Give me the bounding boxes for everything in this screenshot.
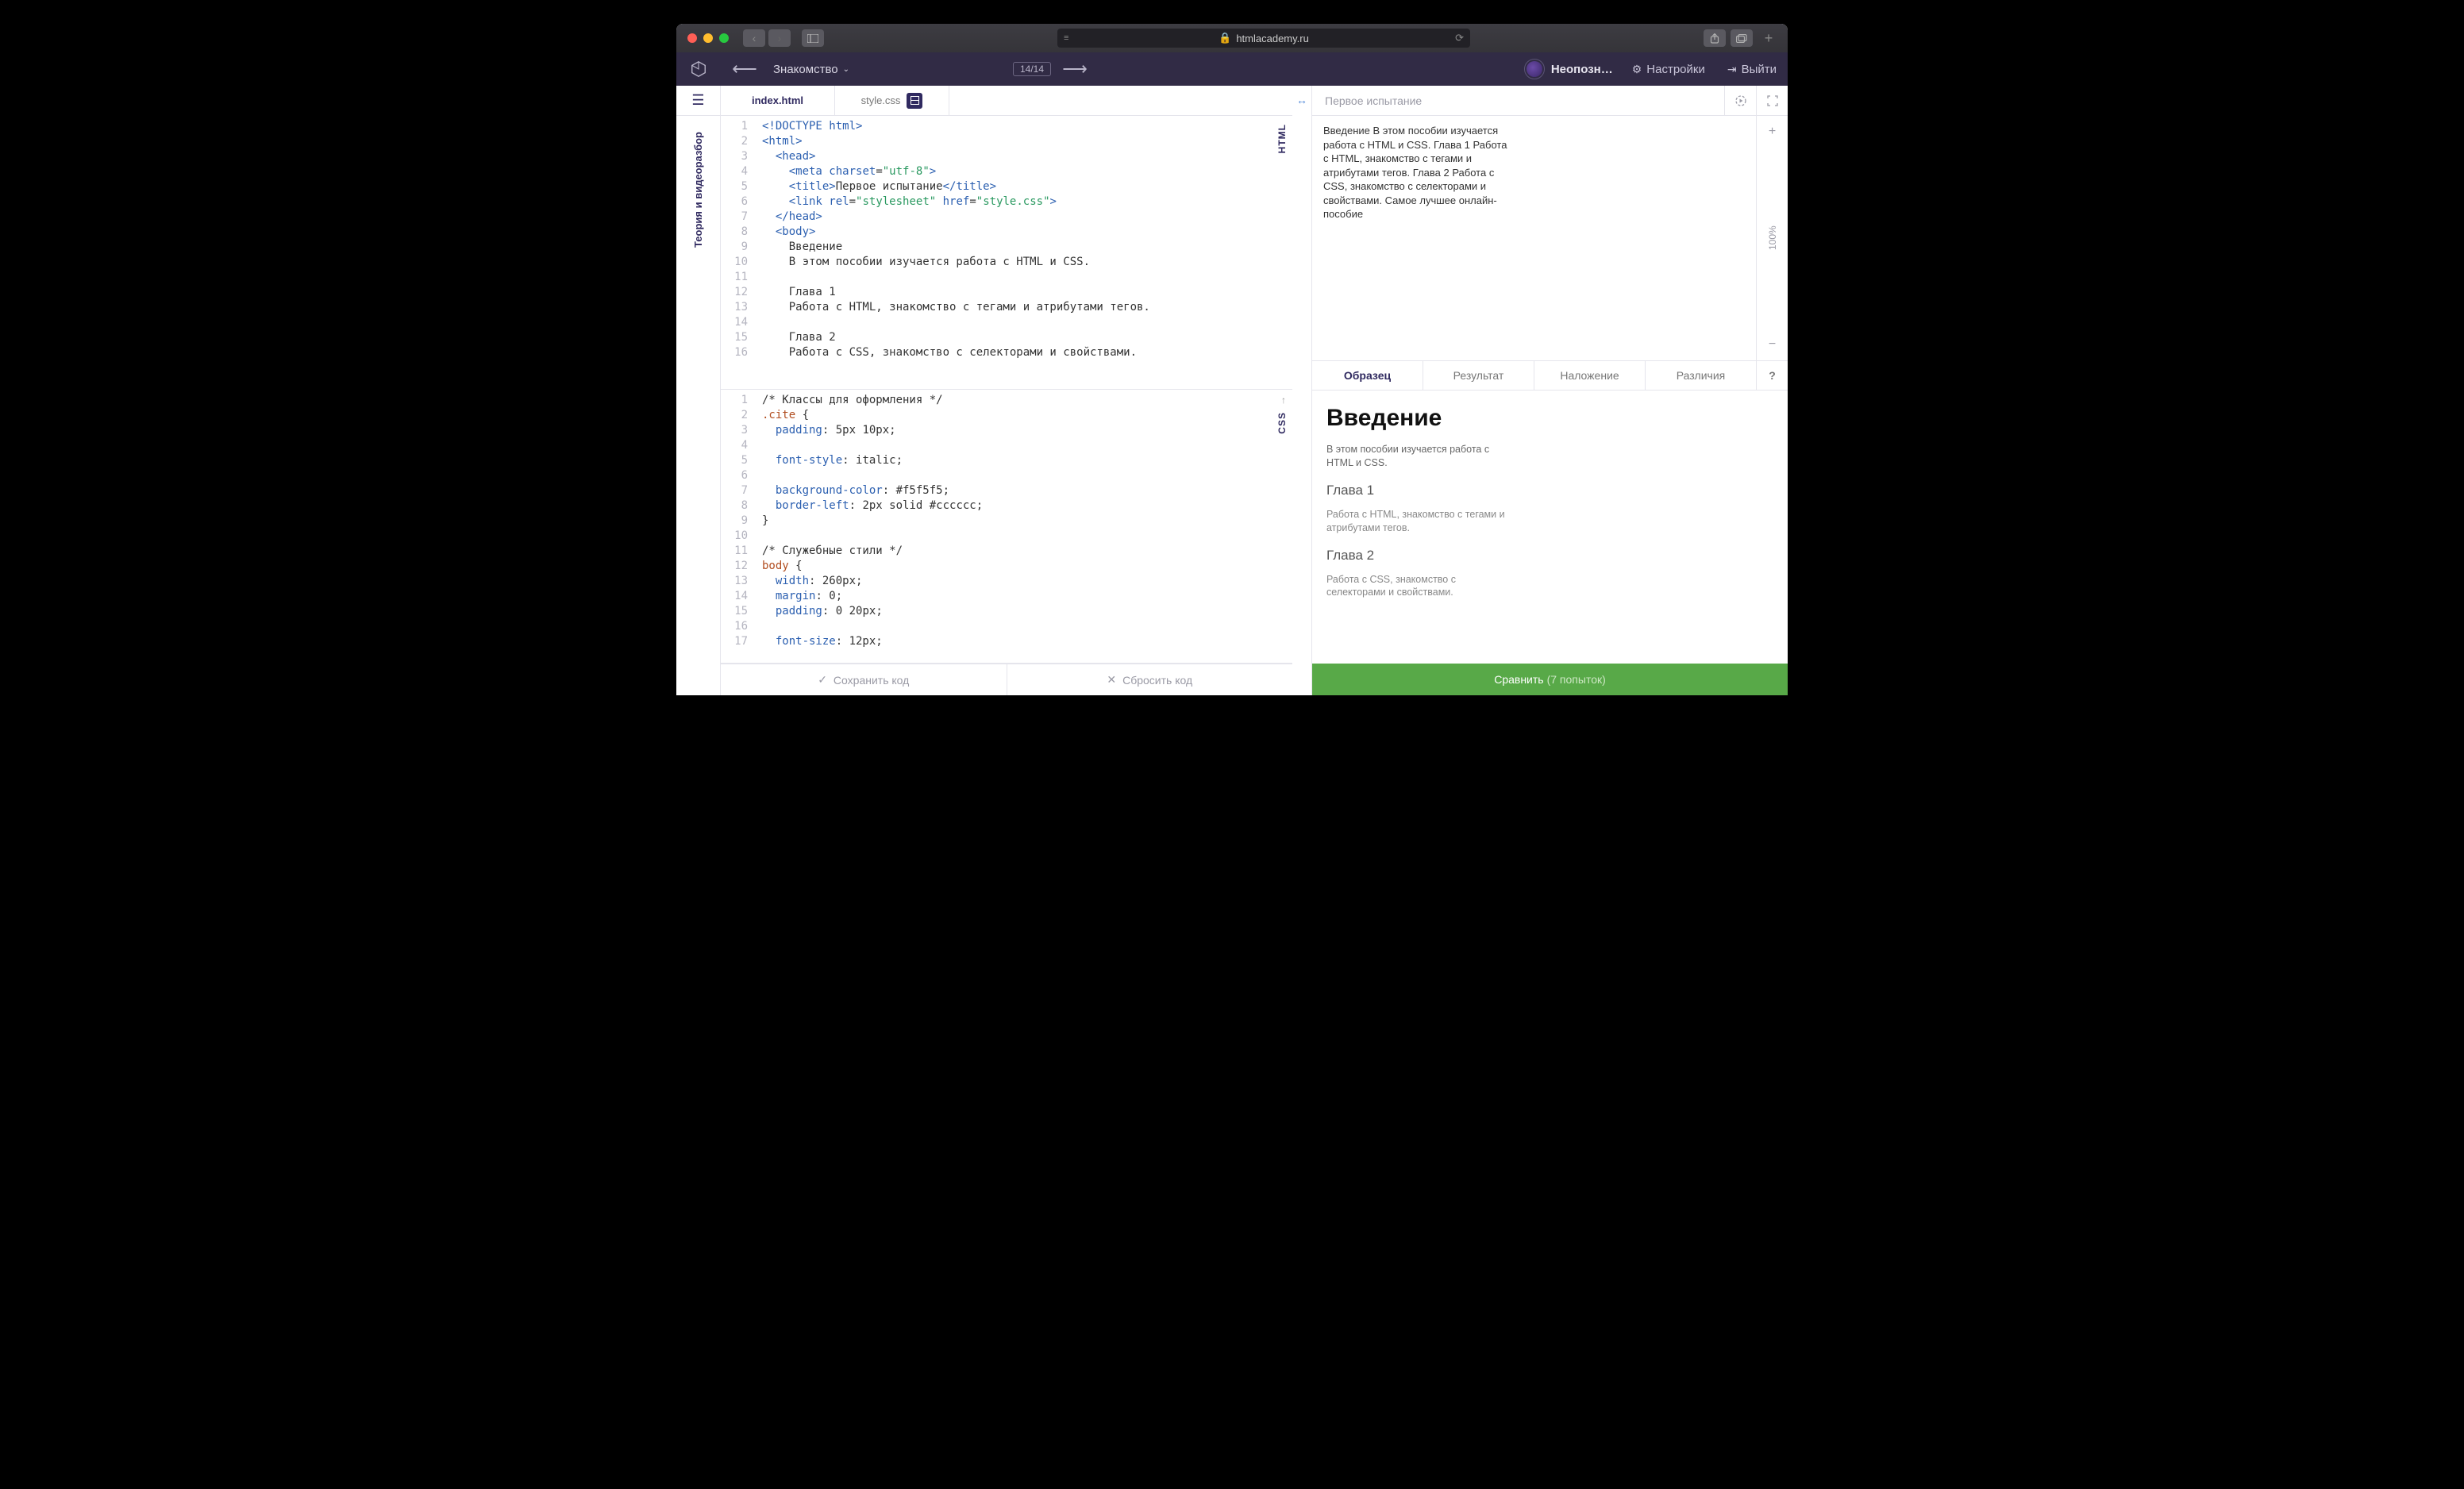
zoom-rail: + 100% − bbox=[1756, 116, 1788, 360]
html-gutter: 12345678910111213141516 bbox=[721, 116, 756, 389]
progress-badge: 14/14 bbox=[1013, 62, 1051, 76]
back-button[interactable]: ‹ bbox=[743, 29, 765, 47]
reader-icon[interactable]: ≡ bbox=[1064, 33, 1068, 43]
reset-label: Сбросить код bbox=[1122, 674, 1192, 687]
next-lesson-button[interactable]: ⟶ bbox=[1051, 59, 1099, 79]
lesson-title: Знакомство bbox=[773, 63, 838, 76]
user-name: Неопозн… bbox=[1551, 63, 1613, 76]
lock-icon: 🔒 bbox=[1219, 32, 1231, 44]
tab-index-html[interactable]: index.html bbox=[721, 86, 835, 115]
exit-button[interactable]: ⇥ Выйти bbox=[1716, 63, 1788, 76]
reset-button[interactable]: ✕ Сбросить код bbox=[1007, 664, 1293, 695]
column-resize-handle[interactable]: ↔ bbox=[1292, 86, 1311, 695]
run-button[interactable] bbox=[1724, 86, 1756, 115]
browser-window: ‹ › ≡ 🔒 htmlacademy.ru ⟳ + bbox=[676, 24, 1788, 695]
html-lang-badge: HTML bbox=[1276, 124, 1288, 153]
rail-menu-button[interactable]: ☰ bbox=[676, 86, 720, 116]
preview-content: Введение В этом пособии изучается работа… bbox=[1312, 116, 1756, 360]
zoom-out-button[interactable]: − bbox=[1757, 329, 1788, 360]
avatar bbox=[1527, 61, 1542, 77]
titlebar: ‹ › ≡ 🔒 htmlacademy.ru ⟳ + bbox=[676, 24, 1788, 52]
compare-label: Сравнить bbox=[1494, 673, 1543, 686]
tab-help[interactable]: ? bbox=[1756, 361, 1788, 390]
left-rail: ☰ Теория и видеоразбор bbox=[676, 86, 721, 695]
css-editor[interactable]: 1234567891011121314151617 /* Классы для … bbox=[721, 390, 1292, 664]
address-bar[interactable]: ≡ 🔒 htmlacademy.ru ⟳ bbox=[1057, 29, 1470, 48]
url-host: htmlacademy.ru bbox=[1236, 33, 1309, 44]
compare-tabs: Образец Результат Наложение Различия ? bbox=[1312, 360, 1788, 391]
forward-button[interactable]: › bbox=[768, 29, 791, 47]
sidebar-toggle-button[interactable] bbox=[802, 29, 824, 47]
compare-button[interactable]: Сравнить (7 попыток) bbox=[1312, 664, 1788, 695]
right-buttons: + bbox=[1704, 29, 1777, 47]
preview-title: Первое испытание bbox=[1312, 94, 1724, 107]
avatar-wrap bbox=[1524, 59, 1545, 79]
save-label: Сохранить код bbox=[834, 674, 909, 687]
css-lang-badge: CSS bbox=[1276, 412, 1288, 434]
sample-ch2-title: Глава 2 bbox=[1326, 548, 1773, 564]
preview-column: Первое испытание Введение В этом пособии… bbox=[1311, 86, 1788, 695]
preview-text: Введение В этом пособии изучается работа… bbox=[1323, 124, 1514, 221]
tab-result[interactable]: Результат bbox=[1423, 361, 1534, 390]
html-editor[interactable]: 12345678910111213141516 <!DOCTYPE html> … bbox=[721, 116, 1292, 390]
reload-icon[interactable]: ⟳ bbox=[1455, 32, 1464, 44]
editor-tabs: index.html style.css bbox=[721, 86, 1292, 116]
share-button[interactable] bbox=[1704, 29, 1726, 47]
rail-label[interactable]: Теория и видеоразбор bbox=[692, 132, 704, 248]
sample-ch1-title: Глава 1 bbox=[1326, 483, 1773, 498]
editor-footer: ✓ Сохранить код ✕ Сбросить код bbox=[721, 664, 1292, 695]
tab-style-css[interactable]: style.css bbox=[835, 86, 949, 115]
save-button[interactable]: ✓ Сохранить код bbox=[721, 664, 1007, 695]
new-tab-button[interactable]: + bbox=[1761, 30, 1777, 47]
minimize-window-button[interactable] bbox=[703, 33, 713, 43]
tab-diff[interactable]: Различия bbox=[1645, 361, 1756, 390]
compare-attempts: (7 попыток) bbox=[1547, 673, 1606, 686]
app-header: ⟵ Знакомство ⌄ 14/14 ⟶ Неопозн… ⚙ Настро… bbox=[676, 52, 1788, 86]
sample-ch1-text: Работа с HTML, знакомство с тегами и атр… bbox=[1326, 508, 1509, 535]
exit-label: Выйти bbox=[1742, 63, 1777, 76]
workspace: ☰ Теория и видеоразбор index.html style.… bbox=[676, 86, 1788, 695]
editors: 12345678910111213141516 <!DOCTYPE html> … bbox=[721, 116, 1292, 664]
gear-icon: ⚙ bbox=[1632, 63, 1642, 76]
tab-label: index.html bbox=[752, 94, 803, 106]
editor-column: index.html style.css 1234567891011121314… bbox=[721, 86, 1292, 695]
html-code[interactable]: <!DOCTYPE html> <html> <head> <meta char… bbox=[756, 116, 1292, 389]
fullscreen-button[interactable] bbox=[1756, 86, 1788, 115]
sample-area: Введение В этом пособии изучается работа… bbox=[1312, 391, 1788, 664]
tab-label: style.css bbox=[861, 94, 901, 106]
logo[interactable] bbox=[676, 60, 721, 78]
zoom-in-button[interactable]: + bbox=[1757, 116, 1788, 148]
traffic-lights bbox=[687, 33, 729, 43]
tabs-button[interactable] bbox=[1731, 29, 1753, 47]
sample-intro: В этом пособии изучается работа с HTML и… bbox=[1326, 443, 1509, 470]
nav-buttons: ‹ › bbox=[743, 29, 791, 47]
close-icon: ✕ bbox=[1107, 673, 1116, 687]
preview-header: Первое испытание bbox=[1312, 86, 1788, 116]
tab-sample[interactable]: Образец bbox=[1312, 361, 1423, 390]
user-menu[interactable]: Неопозн… bbox=[1516, 59, 1621, 79]
chevron-down-icon: ⌄ bbox=[843, 65, 849, 74]
prev-lesson-button[interactable]: ⟵ bbox=[721, 59, 768, 79]
close-window-button[interactable] bbox=[687, 33, 697, 43]
lesson-dropdown[interactable]: Знакомство ⌄ bbox=[768, 63, 854, 76]
css-code[interactable]: /* Классы для оформления */ .cite { padd… bbox=[756, 390, 1292, 663]
settings-button[interactable]: ⚙ Настройки bbox=[1621, 63, 1716, 76]
preview-body: Введение В этом пособии изучается работа… bbox=[1312, 116, 1788, 360]
exit-icon: ⇥ bbox=[1727, 63, 1737, 76]
sample-h1: Введение bbox=[1326, 405, 1773, 432]
zoom-value: 100% bbox=[1767, 148, 1778, 329]
settings-label: Настройки bbox=[1646, 63, 1705, 76]
css-gutter: 1234567891011121314151617 bbox=[721, 390, 756, 663]
sample-ch2-text: Работа с CSS, знакомство с селекторами и… bbox=[1326, 573, 1509, 600]
maximize-window-button[interactable] bbox=[719, 33, 729, 43]
collapse-css-icon[interactable]: ↑ bbox=[1281, 394, 1286, 406]
split-panel-icon[interactable] bbox=[907, 93, 922, 109]
address-area: ≡ 🔒 htmlacademy.ru ⟳ bbox=[830, 29, 1697, 48]
check-icon: ✓ bbox=[818, 673, 827, 687]
tab-overlay[interactable]: Наложение bbox=[1534, 361, 1645, 390]
